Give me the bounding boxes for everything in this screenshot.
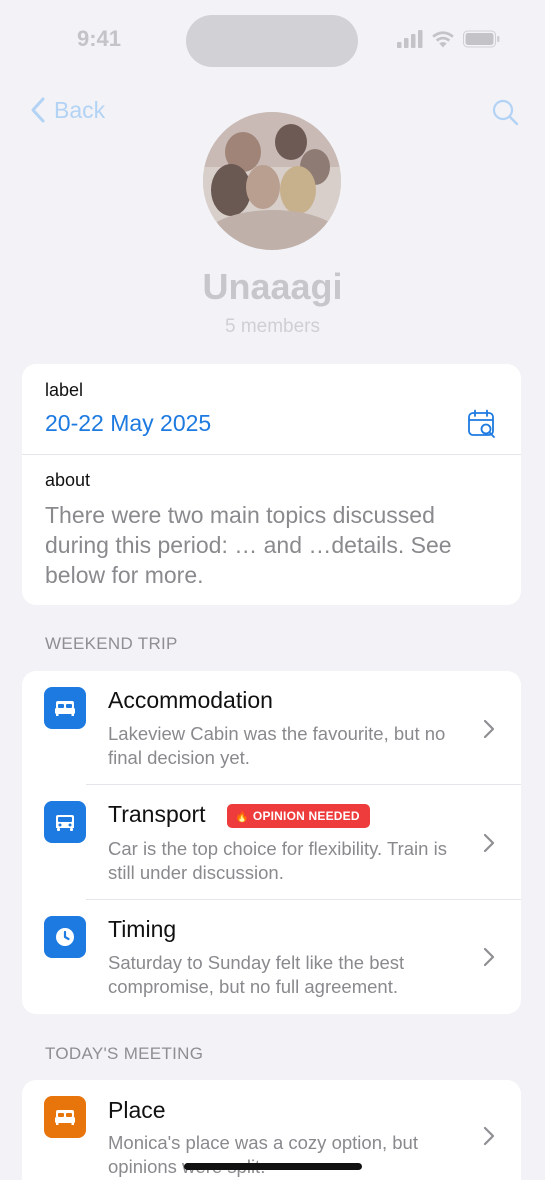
section-header-weekend-trip: WEEKEND TRIP <box>45 634 178 653</box>
list-item-timing[interactable]: Timing Saturday to Sunday felt like the … <box>22 900 521 1014</box>
bed-icon <box>44 1096 86 1138</box>
item-title: Transport <box>108 801 206 827</box>
back-label: Back <box>54 96 106 123</box>
opinion-needed-badge[interactable]: 🔥 OPINION NEEDED <box>227 804 370 828</box>
car-icon <box>44 801 86 843</box>
bed-icon <box>44 687 86 729</box>
fire-icon: 🔥 <box>235 810 249 823</box>
battery-icon <box>463 30 500 48</box>
item-title: Timing <box>108 916 177 942</box>
badge-label: OPINION NEEDED <box>252 809 360 823</box>
label-title: label <box>45 380 84 400</box>
divider <box>22 454 521 455</box>
about-text: There were two main topics discussed dur… <box>45 502 452 588</box>
group-photo <box>203 112 341 250</box>
item-title: Place <box>108 1097 166 1123</box>
info-card: label 20-22 May 2025 about There were tw… <box>22 364 521 605</box>
group-name: Unaaagi <box>202 266 343 307</box>
calendar-search-icon[interactable] <box>467 409 497 444</box>
dynamic-island <box>186 15 358 67</box>
back-button[interactable]: Back <box>30 96 105 124</box>
group-avatar[interactable] <box>203 112 341 250</box>
date-range[interactable]: 20-22 May 2025 <box>45 410 211 437</box>
status-time: 9:41 <box>77 26 122 51</box>
list-item-accommodation[interactable]: Accommodation Lakeview Cabin was the fav… <box>22 671 521 785</box>
search-icon <box>492 99 519 126</box>
item-title: Accommodation <box>108 687 273 713</box>
chevron-left-icon <box>31 97 45 123</box>
weekend-trip-card: Accommodation Lakeview Cabin was the fav… <box>22 671 521 1014</box>
status-bar: 9:41 <box>0 0 545 80</box>
item-description: Lakeview Cabin was the favourite, but no… <box>108 723 446 768</box>
cellular-signal-icon <box>397 30 423 48</box>
home-indicator[interactable] <box>184 1163 362 1170</box>
members-count: 5 members <box>224 316 321 337</box>
clock-icon <box>44 916 86 958</box>
item-description: Saturday to Sunday felt like the best co… <box>108 952 405 997</box>
about-title: about <box>45 470 91 490</box>
chevron-right-icon <box>483 1126 495 1146</box>
chevron-right-icon <box>483 947 495 967</box>
item-description: Car is the top choice for flexibility. T… <box>108 838 447 883</box>
item-description: Monica's place was a cozy option, but op… <box>108 1132 418 1177</box>
search-button[interactable] <box>491 98 519 131</box>
list-item-transport[interactable]: Transport 🔥 OPINION NEEDED Car is the to… <box>22 785 521 900</box>
chevron-right-icon <box>483 719 495 739</box>
chevron-right-icon <box>483 833 495 853</box>
status-icons <box>397 30 501 48</box>
wifi-icon <box>432 31 454 48</box>
section-header-todays-meeting: TODAY'S MEETING <box>45 1044 204 1063</box>
